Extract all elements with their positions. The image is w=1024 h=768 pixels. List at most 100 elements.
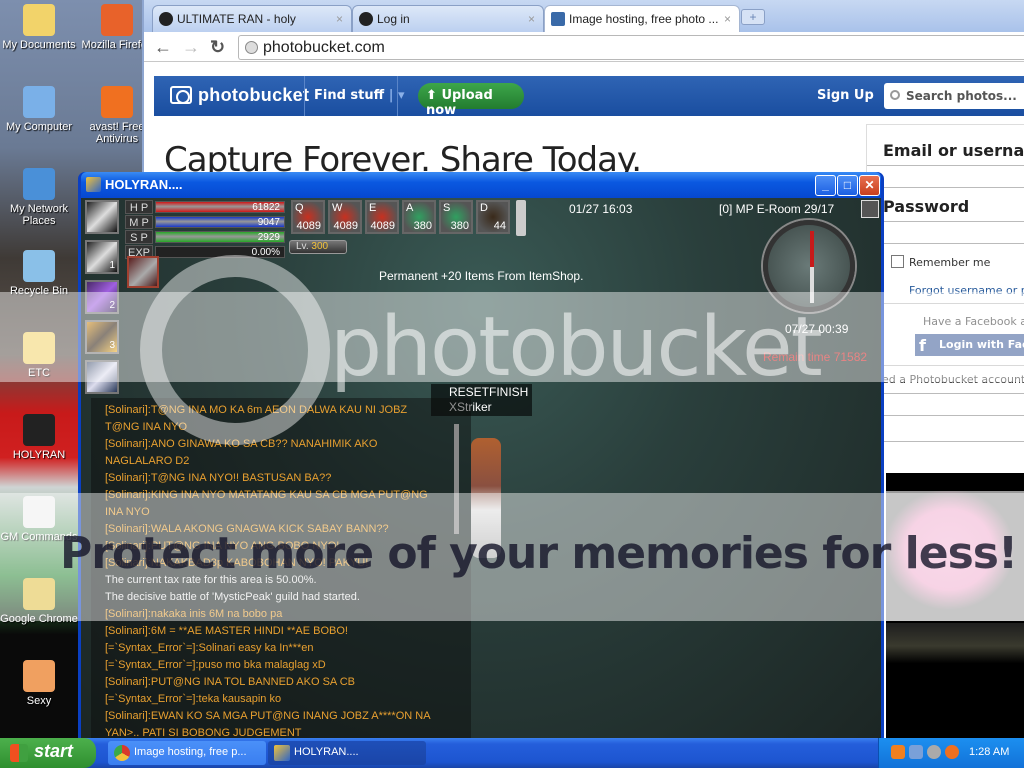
taskbar-button-holyran[interactable]: HOLYRAN.... bbox=[268, 741, 426, 765]
tab-close-icon[interactable]: × bbox=[724, 12, 731, 26]
stat-bar-track: 2929 bbox=[155, 231, 285, 243]
desktop-icon-label: My Network Places bbox=[9, 203, 69, 227]
back-arrow-icon[interactable]: ← bbox=[154, 37, 172, 58]
chat-log[interactable]: [Solinari]:T@NG INA MO KA 6m AEON DALWA … bbox=[91, 398, 471, 738]
photobucket-logo[interactable]: photobucket bbox=[170, 85, 309, 106]
quickslot-count: 4089 bbox=[333, 220, 358, 232]
quickslot-potion[interactable]: A 380 bbox=[402, 200, 436, 234]
browser-toolbar: ← → ↻ photobucket.com bbox=[144, 32, 1024, 62]
skill-slot[interactable] bbox=[85, 360, 119, 394]
stat-bar: M P 9047 bbox=[125, 215, 287, 229]
login-panel: Email or username Password Remember me F… bbox=[866, 124, 1024, 472]
quickslot-potion[interactable]: W 4089 bbox=[328, 200, 362, 234]
tab-log-in[interactable]: Log in × bbox=[352, 5, 544, 32]
desktop-icon[interactable]: Sexy bbox=[0, 660, 78, 707]
upload-now-button[interactable]: ⬆ Upload now bbox=[418, 83, 524, 118]
maximize-button[interactable]: □ bbox=[837, 175, 858, 196]
quickslot-key: Q bbox=[295, 202, 304, 214]
new-tab-button[interactable]: + bbox=[741, 9, 765, 25]
chat-message: [Solinari]:nakaka inis 6M na bobo pa bbox=[105, 608, 283, 620]
tab-close-icon[interactable]: × bbox=[528, 12, 535, 26]
quickslot-key: S bbox=[443, 202, 451, 214]
window-mode-icon[interactable] bbox=[861, 200, 879, 218]
forgot-password-link[interactable]: Forgot username or password? bbox=[909, 284, 1024, 297]
chat-message: INA NYO bbox=[105, 506, 150, 518]
search-photos-input[interactable]: Search photos... bbox=[884, 83, 1024, 109]
quickbar-collapse-button[interactable] bbox=[516, 200, 526, 236]
site-favicon-icon bbox=[159, 12, 173, 26]
stat-bar: H P 61822 bbox=[125, 200, 287, 214]
desktop-icon[interactable]: My Computer bbox=[0, 86, 78, 133]
panel-divider bbox=[867, 415, 1024, 416]
stat-bar-label: H P bbox=[125, 200, 153, 214]
active-skill-slot[interactable] bbox=[127, 256, 159, 288]
quickslot-potion[interactable]: S 380 bbox=[439, 200, 473, 234]
facebook-login-button[interactable]: fLogin with Facebook bbox=[915, 334, 1024, 356]
game-viewport[interactable]: 123 H P 61822 M P 9047 S P 2929 EXP 0.00% Lv. 3… bbox=[81, 198, 881, 738]
desktop-icon[interactable]: Google Chrome bbox=[0, 578, 78, 625]
sign-up-link[interactable]: Sign Up bbox=[817, 88, 874, 103]
desktop-icon[interactable]: My Network Places bbox=[0, 168, 78, 227]
panel-divider bbox=[867, 365, 1024, 366]
game-title-bar[interactable]: HOLYRAN.... _ □ ✕ bbox=[81, 172, 881, 198]
desktop-icon[interactable]: ETC bbox=[0, 332, 78, 379]
tab-close-icon[interactable]: × bbox=[336, 12, 343, 26]
desktop-icon-label: ETC bbox=[28, 367, 50, 379]
stat-bar-track: 0.00% bbox=[155, 246, 285, 258]
chat-message: [=`Syntax_Error`=]:teka kausapin ko bbox=[105, 693, 282, 705]
player-character[interactable] bbox=[471, 438, 501, 558]
desktop-icon[interactable]: Recycle Bin bbox=[0, 250, 78, 297]
tab-photobucket[interactable]: Image hosting, free photo ... × bbox=[544, 5, 740, 32]
address-bar[interactable]: photobucket.com bbox=[238, 35, 1024, 60]
windows-flag-icon bbox=[10, 744, 28, 762]
skill-slot[interactable]: 2 bbox=[85, 280, 119, 314]
skill-slot[interactable] bbox=[85, 200, 119, 234]
minimize-button[interactable]: _ bbox=[815, 175, 836, 196]
password-field[interactable] bbox=[867, 221, 1024, 222]
stat-bar-value: 2929 bbox=[257, 232, 280, 243]
need-account-text[interactable]: Need a Photobucket account? bbox=[867, 373, 1024, 386]
chat-scrollbar[interactable] bbox=[454, 424, 459, 534]
avast-icon bbox=[101, 86, 133, 118]
stat-bar-track: 9047 bbox=[155, 216, 285, 228]
remember-me-checkbox[interactable] bbox=[891, 255, 904, 268]
image-file-icon bbox=[23, 660, 55, 692]
network-icon[interactable] bbox=[909, 745, 923, 759]
quickslot-count: 380 bbox=[450, 220, 469, 232]
tab-strip: ULTIMATE RAN - holy × Log in × Image hos… bbox=[144, 0, 1024, 32]
close-button[interactable]: ✕ bbox=[859, 175, 880, 196]
tray-app-icon[interactable] bbox=[891, 745, 905, 759]
holyran-icon bbox=[23, 414, 55, 446]
taskbar-button-chrome[interactable]: Image hosting, free p... bbox=[108, 741, 266, 765]
tab-ultimate-ran[interactable]: ULTIMATE RAN - holy × bbox=[152, 5, 352, 32]
camera-logo-icon bbox=[170, 86, 192, 104]
reload-icon[interactable]: ↻ bbox=[210, 37, 225, 58]
facebook-prompt: Have a Facebook account? bbox=[923, 315, 1024, 328]
forward-arrow-icon[interactable]: → bbox=[182, 37, 200, 58]
quickslot-potion[interactable]: D 44 bbox=[476, 200, 510, 234]
quickslot-count: 44 bbox=[493, 220, 506, 232]
start-button[interactable]: start bbox=[0, 738, 96, 768]
desktop-icon[interactable]: My Documents bbox=[0, 4, 78, 51]
desktop-icon[interactable]: GM Commands bbox=[0, 496, 78, 543]
find-stuff-menu[interactable]: Find stuff | ▾ bbox=[314, 88, 405, 103]
volume-icon[interactable] bbox=[927, 745, 941, 759]
quickslot-potion[interactable]: E 4089 bbox=[365, 200, 399, 234]
panel-divider bbox=[867, 393, 1024, 394]
chrome-icon bbox=[114, 745, 130, 761]
avast-icon[interactable] bbox=[945, 745, 959, 759]
desktop-icon-label: My Documents bbox=[2, 39, 76, 51]
chat-message: T@NG INA NYO bbox=[105, 421, 188, 433]
chat-message: YAN>.. PATI SI BOBONG JUDGEMENT bbox=[105, 727, 302, 738]
promo-image bbox=[886, 473, 1024, 623]
holyran-icon bbox=[274, 745, 290, 761]
desktop-icon-label: HOLYRAN bbox=[12, 449, 66, 461]
holyran-icon bbox=[86, 177, 101, 192]
email-field[interactable] bbox=[867, 165, 1024, 166]
desktop-icon[interactable]: HOLYRAN bbox=[0, 414, 78, 461]
compass-minimap[interactable] bbox=[763, 220, 855, 312]
facebook-icon: f bbox=[919, 336, 926, 355]
skill-slot[interactable]: 1 bbox=[85, 240, 119, 274]
quickslot-potion[interactable]: Q 4089 bbox=[291, 200, 325, 234]
skill-slot[interactable]: 3 bbox=[85, 320, 119, 354]
